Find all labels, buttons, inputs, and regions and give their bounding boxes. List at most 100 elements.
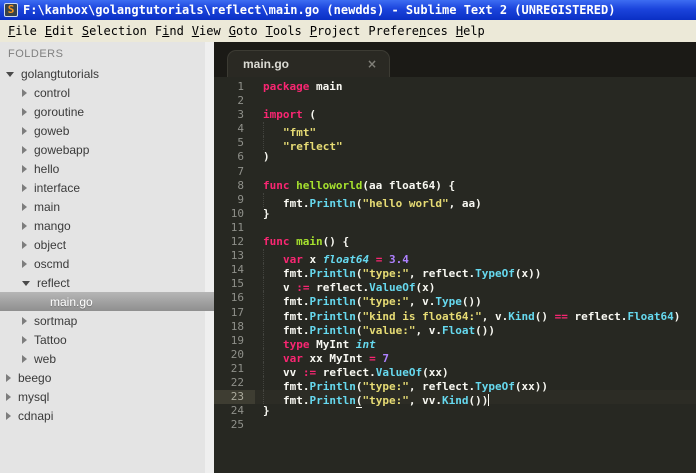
code-token: , vv. (408, 394, 442, 408)
indent-guide (263, 347, 283, 362)
code-line-13[interactable]: 13 var x float64 = 3.4 (214, 249, 696, 266)
tree-folder-web[interactable]: web (0, 349, 214, 368)
code-line-5[interactable]: 5 "reflect" (214, 136, 696, 153)
tree-folder-reflect[interactable]: reflect (0, 273, 214, 292)
code-token: Kind (508, 309, 535, 323)
code-line-23[interactable]: 23 fmt.Println("type:", vv.Kind()) (214, 390, 696, 409)
line-text: var x float64 = 3.4 (255, 249, 409, 266)
line-number: 5 (237, 136, 244, 150)
tab-close-icon[interactable]: × (367, 58, 377, 70)
line-number: 1 (237, 80, 244, 93)
code-token: ()) (475, 323, 495, 337)
menu-find[interactable]: Find (151, 22, 188, 40)
chevron-right-icon[interactable] (22, 145, 27, 154)
line-text: fmt.Println("hello world", aa) (255, 192, 482, 210)
code-line-8[interactable]: 8 func helloworld(aa float64) { (214, 179, 696, 193)
indent-guide (263, 277, 283, 292)
line-number: 10 (230, 206, 244, 220)
indent-guide (263, 291, 283, 306)
tree-folder-goroutine[interactable]: goroutine (0, 102, 214, 121)
text-cursor (488, 394, 490, 407)
tree-folder-beego[interactable]: beego (0, 368, 214, 387)
tree-folder-oscmd[interactable]: oscmd (0, 254, 214, 273)
tree-item-label: goweb (34, 123, 70, 138)
chevron-right-icon[interactable] (22, 259, 27, 268)
code-line-25[interactable]: 25 (214, 418, 696, 432)
tree-folder-sortmap[interactable]: sortmap (0, 311, 214, 330)
code-line-3[interactable]: 3 import ( (214, 108, 696, 122)
line-text: } (255, 207, 270, 221)
chevron-right-icon[interactable] (22, 183, 27, 192)
indent-guide (263, 122, 283, 137)
indent-guide (263, 263, 283, 278)
chevron-down-icon[interactable] (6, 72, 14, 77)
tree-item-label: golangtutorials (21, 66, 100, 81)
folders-header: FOLDERS (8, 48, 64, 60)
chevron-right-icon[interactable] (22, 316, 27, 325)
chevron-right-icon[interactable] (22, 354, 27, 363)
code-line-14[interactable]: 14 fmt.Println("type:", reflect.TypeOf(x)… (214, 263, 696, 280)
tab-main-go[interactable]: main.go × (227, 50, 390, 77)
menu-help[interactable]: Help (452, 22, 489, 40)
chevron-right-icon[interactable] (22, 88, 27, 97)
tree-folder-object[interactable]: object (0, 235, 214, 254)
tree-folder-control[interactable]: control (0, 83, 214, 102)
line-number: 16 (230, 291, 244, 305)
menu-tools[interactable]: Tools (262, 22, 306, 40)
tree-folder-hello[interactable]: hello (0, 159, 214, 178)
chevron-right-icon[interactable] (6, 411, 11, 420)
menu-file[interactable]: File (4, 22, 41, 40)
code-line-2[interactable]: 2 (214, 94, 696, 108)
tree-folder-interface[interactable]: interface (0, 178, 214, 197)
menu-view[interactable]: View (188, 22, 225, 40)
menu-selection[interactable]: Selection (78, 22, 151, 40)
chevron-right-icon[interactable] (6, 392, 11, 401)
chevron-right-icon[interactable] (22, 335, 27, 344)
folder-tree: golangtutorials control goroutine goweb gowe… (0, 64, 214, 425)
chevron-right-icon[interactable] (22, 126, 27, 135)
code-line-9[interactable]: 9 fmt.Println("hello world", aa) (214, 192, 696, 210)
tree-folder-mysql[interactable]: mysql (0, 387, 214, 406)
code-line-4[interactable]: 4 "fmt" (214, 122, 696, 139)
menu-goto[interactable]: Goto (225, 22, 262, 40)
line-text: v := reflect.ValueOf(x) (255, 277, 435, 294)
line-text: vv := reflect.ValueOf(xx) (255, 361, 449, 379)
code-line-20[interactable]: 20 var xx MyInt = 7 (214, 347, 696, 365)
code-line-11[interactable]: 11 (214, 221, 696, 235)
menu-project[interactable]: Project (306, 22, 365, 40)
line-number: 17 (230, 305, 244, 319)
chevron-right-icon[interactable] (6, 373, 11, 382)
tree-folder-goweb[interactable]: goweb (0, 121, 214, 140)
chevron-right-icon[interactable] (22, 221, 27, 230)
chevron-right-icon[interactable] (22, 240, 27, 249)
code-line-22[interactable]: 22 fmt.Println("type:", reflect.TypeOf(xx… (214, 375, 696, 393)
line-number: 19 (230, 333, 244, 347)
chevron-right-icon[interactable] (22, 107, 27, 116)
chevron-right-icon[interactable] (22, 164, 27, 173)
code-token: Println (309, 196, 356, 210)
tree-item-label: main.go (50, 294, 93, 309)
code-line-1[interactable]: 1 package main (214, 80, 696, 94)
chevron-right-icon[interactable] (22, 202, 27, 211)
tree-folder-golangtutorials[interactable]: golangtutorials (0, 64, 214, 83)
tree-item-label: cdnapi (18, 408, 54, 423)
tree-folder-Tattoo[interactable]: Tattoo (0, 330, 214, 349)
menu-edit[interactable]: Edit (41, 22, 78, 40)
code-line-12[interactable]: 12 func main() { (214, 235, 696, 249)
tree-item-label: gowebapp (34, 142, 90, 157)
tree-folder-cdnapi[interactable]: cdnapi (0, 406, 214, 425)
code-line-16[interactable]: 16 fmt.Println("type:", v.Type()) (214, 291, 696, 308)
menu-preferences[interactable]: Preferences (364, 22, 452, 40)
code-line-7[interactable]: 7 (214, 165, 696, 179)
line-number: 14 (230, 263, 244, 277)
tree-folder-gowebapp[interactable]: gowebapp (0, 140, 214, 159)
chevron-down-icon[interactable] (22, 281, 30, 286)
code-line-17[interactable]: 17 fmt.Println("kind is float64:", v.Kind… (214, 305, 696, 323)
code-area[interactable]: 1 package main 2 3 import (4 "fmt" 5 "reflect" 6… (214, 77, 696, 473)
line-text: fmt.Println("type:", reflect.TypeOf(x)) (255, 263, 541, 280)
tree-folder-mango[interactable]: mango (0, 216, 214, 235)
code-line-21[interactable]: 21 vv := reflect.ValueOf(xx) (214, 361, 696, 379)
tree-item-label: object (34, 237, 67, 252)
tree-folder-main[interactable]: main (0, 197, 214, 216)
tree-file-main-go[interactable]: main.go (0, 292, 214, 311)
